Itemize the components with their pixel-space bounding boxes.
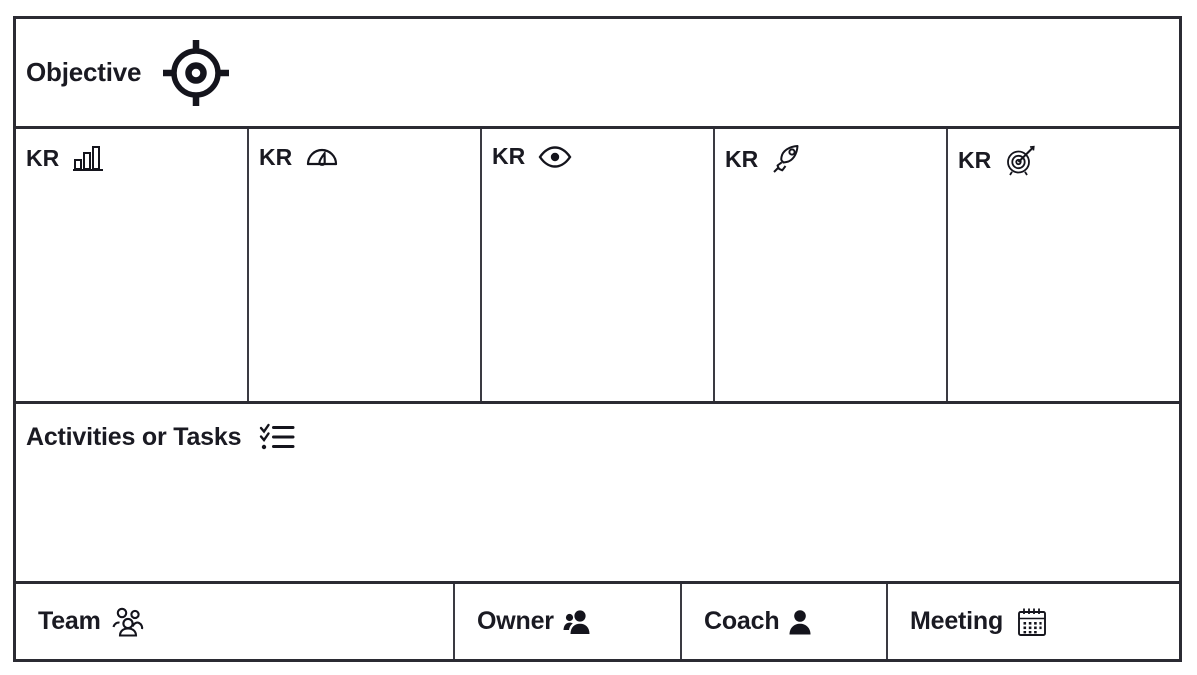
coach-cell[interactable]: Coach <box>682 584 888 659</box>
kr-label-group-2: KR <box>259 143 339 171</box>
coach-label: Coach <box>704 607 780 635</box>
owner-cell[interactable]: Owner <box>455 584 682 659</box>
kr-label-group-1: KR <box>26 143 104 173</box>
coach-label-group: Coach <box>704 607 812 636</box>
kr-label-3: KR <box>492 143 526 169</box>
key-results-row: KR KR KR KR KR <box>16 129 1179 404</box>
kr-label-group-5: KR <box>958 143 1038 177</box>
key-result-cell-5[interactable]: KR <box>948 129 1179 401</box>
footer-row: Team Owner Coach Meeting <box>16 584 1179 659</box>
objective-row[interactable]: Objective <box>16 19 1179 129</box>
kr-label-2: KR <box>259 143 293 170</box>
team-cell[interactable]: Team <box>16 584 455 659</box>
key-result-cell-4[interactable]: KR <box>715 129 948 401</box>
team-label-group: Team <box>38 606 146 638</box>
person-filled-icon <box>788 609 812 635</box>
kr-label-4: KR <box>725 145 759 172</box>
kr-label-1: KR <box>26 144 60 171</box>
bar-chart-icon <box>72 143 104 173</box>
meeting-label: Meeting <box>910 607 1004 635</box>
objective-cell[interactable]: Objective <box>16 36 233 110</box>
dartboard-arrow-icon <box>1004 143 1038 177</box>
checklist-icon <box>259 422 295 452</box>
activities-label: Activities or Tasks <box>26 422 242 451</box>
owner-label: Owner <box>477 607 554 635</box>
team-label: Team <box>38 607 101 635</box>
calendar-icon <box>1016 606 1048 638</box>
activities-row[interactable]: Activities or Tasks <box>16 404 1179 584</box>
key-result-cell-3[interactable]: KR <box>482 129 715 401</box>
rocket-icon <box>771 143 803 175</box>
eye-icon <box>538 145 572 169</box>
owner-label-group: Owner <box>477 607 591 636</box>
kr-label-group-4: KR <box>725 143 803 175</box>
gauge-icon <box>305 143 339 171</box>
activities-cell[interactable]: Activities or Tasks <box>26 422 295 452</box>
two-people-filled-icon <box>563 609 591 635</box>
meeting-cell[interactable]: Meeting <box>888 584 1179 659</box>
people-group-icon <box>110 606 146 638</box>
okr-canvas: Objective KR KR KR KR KR Activities or T… <box>0 0 1197 675</box>
crosshair-target-icon <box>159 36 233 110</box>
key-result-cell-2[interactable]: KR <box>249 129 482 401</box>
meeting-label-group: Meeting <box>910 606 1048 638</box>
okr-board-table: Objective KR KR KR KR KR Activities or T… <box>13 16 1182 662</box>
kr-label-5: KR <box>958 146 992 173</box>
objective-label: Objective <box>26 57 142 87</box>
key-result-cell-1[interactable]: KR <box>16 129 249 401</box>
kr-label-group-3: KR <box>492 143 572 170</box>
